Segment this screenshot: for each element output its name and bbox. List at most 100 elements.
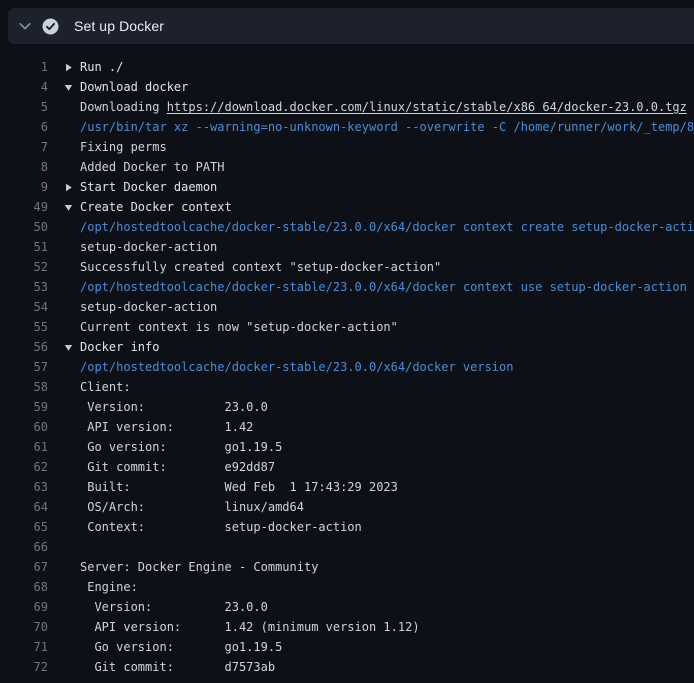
triangle-spacer	[64, 457, 80, 477]
line-number-link[interactable]: 65	[0, 517, 48, 537]
line-number-link[interactable]: 69	[0, 597, 48, 617]
group-label: Create Docker context	[80, 197, 232, 217]
log-text: Go version: go1.19.5	[80, 637, 282, 657]
triangle-spacer	[64, 297, 80, 317]
line-number-link[interactable]: 1	[0, 57, 48, 77]
step-title: Set up Docker	[74, 18, 164, 34]
log-text: Git commit: d7573ab	[80, 657, 275, 677]
chevron-down-icon[interactable]	[17, 18, 33, 34]
line-number-link[interactable]: 61	[0, 437, 48, 457]
line-number-link[interactable]: 66	[0, 537, 48, 557]
line-number-link[interactable]: 70	[0, 617, 48, 637]
line-number-link[interactable]: 56	[0, 337, 48, 357]
log-line-content: Go version: go1.19.5	[64, 637, 282, 657]
line-number-link[interactable]: 59	[0, 397, 48, 417]
line-number-link[interactable]: 60	[0, 417, 48, 437]
line-number-link[interactable]: 51	[0, 237, 48, 257]
log-row: 66	[0, 537, 694, 557]
log-row: 67Server: Docker Engine - Community	[0, 557, 694, 577]
log-text: Go version: go1.19.5	[80, 437, 282, 457]
log-line-content: OS/Arch: linux/amd64	[64, 497, 304, 517]
group-toggle-triangle-icon[interactable]	[64, 177, 80, 197]
log-row: 68 Engine:	[0, 577, 694, 597]
group-label: Download docker	[80, 77, 188, 97]
log-row: 57/opt/hostedtoolcache/docker-stable/23.…	[0, 357, 694, 377]
log-text: Built: Wed Feb 1 17:43:29 2023	[80, 477, 398, 497]
log-line-content: Git commit: e92dd87	[64, 457, 275, 477]
line-number-link[interactable]: 71	[0, 637, 48, 657]
log-row: 51 setup-docker-action	[0, 237, 694, 257]
log-line-content: Run ./	[64, 57, 123, 77]
log-group-row[interactable]: 4 Download docker	[0, 77, 694, 97]
triangle-spacer	[64, 637, 80, 657]
triangle-spacer	[64, 97, 80, 117]
log-line-content: setup-docker-action	[64, 237, 217, 257]
line-number-link[interactable]: 53	[0, 277, 48, 297]
log-row: 54setup-docker-action	[0, 297, 694, 317]
line-number-link[interactable]: 5	[0, 97, 48, 117]
group-toggle-triangle-icon[interactable]	[64, 337, 80, 357]
log-row: 6/usr/bin/tar xz --warning=no-unknown-ke…	[0, 117, 694, 137]
log-line-content: Go version: go1.19.5	[64, 437, 282, 457]
log-line-content: /usr/bin/tar xz --warning=no-unknown-key…	[64, 117, 694, 137]
log-line-content: Download docker	[64, 77, 188, 97]
line-number-link[interactable]: 9	[0, 177, 48, 197]
log-line-content: Built: Wed Feb 1 17:43:29 2023	[64, 477, 398, 497]
triangle-spacer	[64, 517, 80, 537]
line-number-link[interactable]: 55	[0, 317, 48, 337]
group-toggle-triangle-icon[interactable]	[64, 197, 80, 217]
log-row: 70 API version: 1.42 (minimum version 1.…	[0, 617, 694, 637]
log-text: Version: 23.0.0	[80, 597, 268, 617]
log-line-content: Downloading https://download.docker.com/…	[64, 97, 687, 117]
log-row: 65 Context: setup-docker-action	[0, 517, 694, 537]
log-row: 58 Client:	[0, 377, 694, 397]
log-row: 59 Version: 23.0.0	[0, 397, 694, 417]
log-line-content: Start Docker daemon	[64, 177, 217, 197]
line-number-link[interactable]: 49	[0, 197, 48, 217]
line-number-link[interactable]: 52	[0, 257, 48, 277]
line-number-link[interactable]: 7	[0, 137, 48, 157]
log-row: 64 OS/Arch: linux/amd64	[0, 497, 694, 517]
log-text: API version: 1.42 (minimum version 1.12)	[80, 617, 420, 637]
download-url-link[interactable]: https://download.docker.com/linux/static…	[167, 97, 687, 117]
log-lines: 1 Run ./ 4 Download docker 5 Downloading http…	[0, 57, 694, 677]
line-number-link[interactable]: 8	[0, 157, 48, 177]
log-row: 61 Go version: go1.19.5	[0, 437, 694, 457]
command-text: /usr/bin/tar xz --warning=no-unknown-key…	[80, 117, 694, 137]
log-group-row[interactable]: 1 Run ./	[0, 57, 694, 77]
log-text: OS/Arch: linux/amd64	[80, 497, 304, 517]
triangle-spacer	[64, 317, 80, 337]
log-line-content: API version: 1.42 (minimum version 1.12)	[64, 617, 420, 637]
actions-log-viewer: Set up Docker 1 Run ./ 4 Download docker 5 Do…	[0, 0, 694, 683]
line-number-link[interactable]: 68	[0, 577, 48, 597]
log-group-row[interactable]: 56Docker info	[0, 337, 694, 357]
line-number-link[interactable]: 4	[0, 77, 48, 97]
step-header[interactable]: Set up Docker	[8, 8, 694, 44]
log-group-row[interactable]: 49 Create Docker context	[0, 197, 694, 217]
line-number-link[interactable]: 58	[0, 377, 48, 397]
triangle-spacer	[64, 237, 80, 257]
line-number-link[interactable]: 57	[0, 357, 48, 377]
line-number-link[interactable]: 67	[0, 557, 48, 577]
log-row: 60 API version: 1.42	[0, 417, 694, 437]
line-number-link[interactable]: 54	[0, 297, 48, 317]
log-line-content: Create Docker context	[64, 197, 232, 217]
line-number-link[interactable]: 6	[0, 117, 48, 137]
group-toggle-triangle-icon[interactable]	[64, 57, 80, 77]
command-text: /opt/hostedtoolcache/docker-stable/23.0.…	[80, 357, 513, 377]
triangle-spacer	[64, 657, 80, 677]
log-line-content: Client:	[64, 377, 131, 397]
log-row: 8Added Docker to PATH	[0, 157, 694, 177]
log-group-row[interactable]: 9 Start Docker daemon	[0, 177, 694, 197]
command-text: /opt/hostedtoolcache/docker-stable/23.0.…	[80, 277, 687, 297]
line-number-link[interactable]: 62	[0, 457, 48, 477]
log-row: 52Successfully created context "setup-do…	[0, 257, 694, 277]
group-toggle-triangle-icon[interactable]	[64, 77, 80, 97]
triangle-spacer	[64, 397, 80, 417]
line-number-link[interactable]: 63	[0, 477, 48, 497]
line-number-link[interactable]: 64	[0, 497, 48, 517]
line-number-link[interactable]: 50	[0, 217, 48, 237]
line-number-link[interactable]: 72	[0, 657, 48, 677]
log-text: API version: 1.42	[80, 417, 253, 437]
triangle-spacer	[64, 597, 80, 617]
